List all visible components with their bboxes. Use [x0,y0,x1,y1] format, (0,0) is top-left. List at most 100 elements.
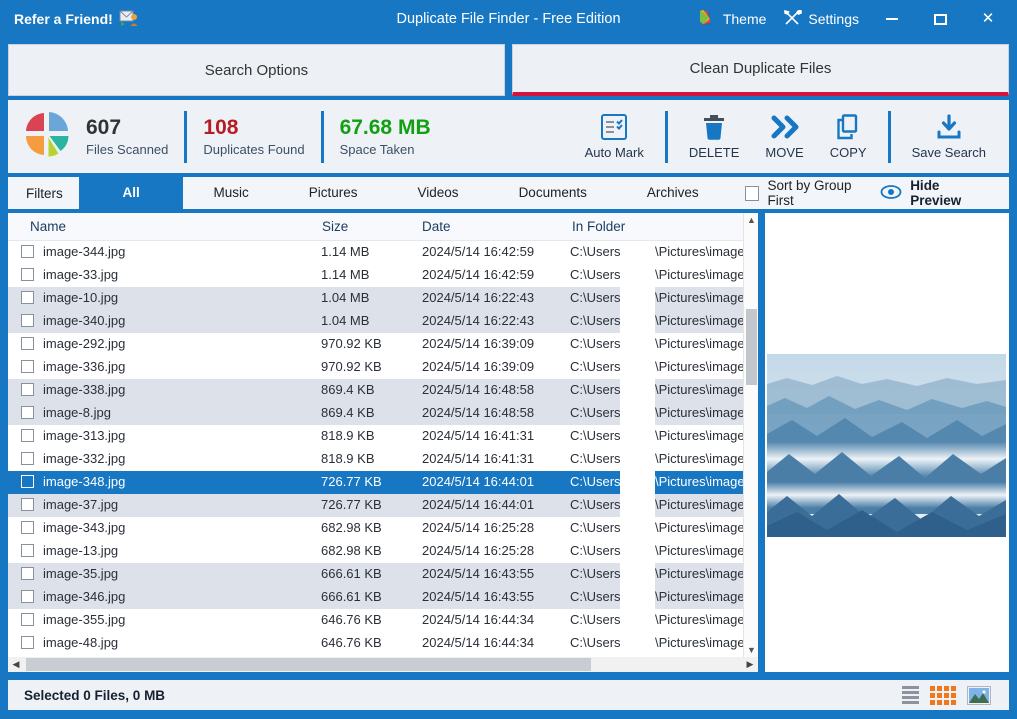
grid-view-icon[interactable] [930,686,956,705]
view-switcher [902,686,991,705]
row-checkbox[interactable] [21,475,34,488]
space-taken-value: 67.68 MB [340,116,431,140]
image-view-icon[interactable] [967,686,991,705]
stat-divider [321,111,324,163]
row-checkbox[interactable] [21,567,34,580]
file-folder-prefix: C:\Users\ [570,612,624,627]
file-date: 2024/5/14 16:44:34 [422,635,534,650]
settings-button[interactable]: Settings [784,10,859,29]
file-name: image-343.jpg [43,520,125,535]
filter-archives[interactable]: Archives [617,177,729,209]
column-header-name[interactable]: Name [30,219,66,234]
copy-button[interactable]: COPY [817,113,880,160]
filter-documents[interactable]: Documents [489,177,617,209]
hide-preview-button[interactable]: Hide Preview [880,178,993,208]
scroll-up-icon[interactable]: ▲ [744,213,758,227]
file-folder-suffix: \Pictures\images [655,635,743,650]
file-folder-prefix: C:\Users\ [570,589,624,604]
tab-clean-duplicate-files[interactable]: Clean Duplicate Files [512,44,1009,96]
file-name: image-292.jpg [43,336,125,351]
row-checkbox[interactable] [21,245,34,258]
file-folder-prefix: C:\Users\ [570,451,624,466]
move-button[interactable]: MOVE [752,113,816,160]
file-folder-prefix: C:\Users\ [570,520,624,535]
file-folder-prefix: C:\Users\ [570,428,624,443]
horizontal-scrollbar[interactable]: ◀ ▶ [8,657,758,672]
row-checkbox[interactable] [21,613,34,626]
filter-pictures[interactable]: Pictures [279,177,388,209]
row-checkbox[interactable] [21,406,34,419]
column-header-date[interactable]: Date [422,219,451,234]
sort-by-group-checkbox[interactable] [745,186,760,201]
delete-button[interactable]: DELETE [676,113,753,160]
column-header-in-folder[interactable]: In Folder [572,219,625,234]
file-name: image-33.jpg [43,267,118,282]
list-view-icon[interactable] [902,686,919,704]
vertical-scroll-thumb[interactable] [746,309,757,385]
space-taken-label: Space Taken [340,142,431,157]
files-scanned-value: 607 [86,116,168,140]
theme-button[interactable]: Theme [700,10,767,29]
row-checkbox[interactable] [21,360,34,373]
app-window: Refer a Friend! Duplicate File Finder - … [0,0,1017,719]
row-checkbox[interactable] [21,337,34,350]
column-header-size[interactable]: Size [322,219,348,234]
filter-music[interactable]: Music [183,177,278,209]
file-folder-prefix: C:\Users\ [570,405,624,420]
sort-by-group-toggle[interactable]: Sort by Group First [745,178,881,208]
action-divider [665,111,668,163]
file-folder-prefix: C:\Users\ [570,336,624,351]
preview-image [767,354,1006,537]
file-name: image-13.jpg [43,543,118,558]
file-name: image-313.jpg [43,428,125,443]
file-date: 2024/5/14 16:41:31 [422,451,534,466]
file-name: image-8.jpg [43,405,111,420]
file-name: image-338.jpg [43,382,125,397]
file-name: image-336.jpg [43,359,125,374]
file-folder-prefix: C:\Users\ [570,497,624,512]
file-folder-suffix: \Pictures\images [655,336,743,351]
row-checkbox[interactable] [21,498,34,511]
row-checkbox[interactable] [21,521,34,534]
row-checkbox[interactable] [21,429,34,442]
file-folder-prefix: C:\Users\ [570,267,624,282]
tab-clean-duplicate-files-label: Clean Duplicate Files [690,60,832,77]
close-button[interactable]: ✕ [973,0,1003,38]
file-size: 666.61 KB [321,589,382,604]
file-name: image-340.jpg [43,313,125,328]
sort-by-group-label: Sort by Group First [767,178,880,208]
stat-space-taken: 67.68 MB Space Taken [340,116,431,157]
scroll-left-icon[interactable]: ◀ [8,657,24,672]
row-checkbox[interactable] [21,314,34,327]
row-checkbox[interactable] [21,452,34,465]
filter-videos[interactable]: Videos [388,177,489,209]
file-size: 682.98 KB [321,543,382,558]
file-folder-suffix: \Pictures\images [655,405,743,420]
horizontal-scroll-thumb[interactable] [26,658,591,671]
refer-a-friend-button[interactable]: Refer a Friend! [14,10,139,29]
row-checkbox[interactable] [21,544,34,557]
save-search-button[interactable]: Save Search [899,113,999,160]
row-checkbox[interactable] [21,590,34,603]
file-date: 2024/5/14 16:43:55 [422,566,534,581]
filter-all-files[interactable]: All Files [79,177,184,209]
vertical-scrollbar[interactable]: ▲ ▼ [743,213,758,657]
file-size: 726.77 KB [321,474,382,489]
row-checkbox[interactable] [21,383,34,396]
file-name: image-346.jpg [43,589,125,604]
scroll-down-icon[interactable]: ▼ [744,643,758,657]
file-size: 818.9 KB [321,451,375,466]
minimize-button[interactable] [877,0,907,38]
save-search-label: Save Search [912,145,986,160]
file-date: 2024/5/14 16:44:01 [422,474,534,489]
maximize-button[interactable] [925,0,955,38]
file-name: image-348.jpg [43,474,125,489]
row-checkbox[interactable] [21,291,34,304]
tab-search-options[interactable]: Search Options [8,44,505,96]
row-checkbox[interactable] [21,636,34,649]
file-folder-suffix: \Pictures\images [655,428,743,443]
row-checkbox[interactable] [21,268,34,281]
auto-mark-button[interactable]: Auto Mark [572,113,657,160]
file-folder-prefix: C:\Users\ [570,543,624,558]
scroll-right-icon[interactable]: ▶ [742,657,758,672]
